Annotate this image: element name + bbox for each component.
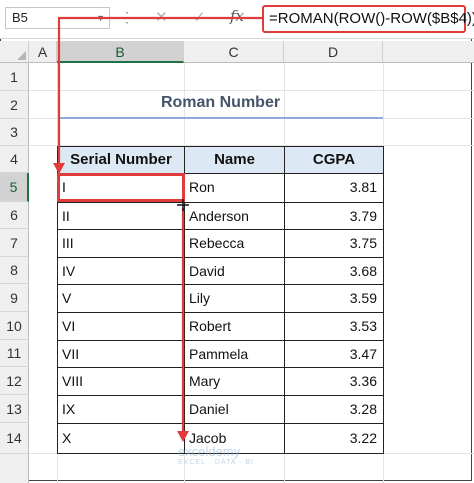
cancel-icon[interactable]: ✕ (155, 8, 168, 26)
cell-name[interactable]: Pammela (184, 340, 285, 368)
row-header-5[interactable]: 5 (0, 173, 29, 202)
cell-cgpa[interactable]: 3.79 (284, 202, 384, 230)
cell-serial[interactable]: IV (57, 257, 185, 285)
table-header-serial[interactable]: Serial Number (57, 146, 185, 174)
watermark-name: exceldemy (178, 444, 241, 459)
formula-bar: B5 ▼ ⋮ ✕ ✓ fx =ROMAN(ROW()-ROW($B$4)) (0, 0, 474, 39)
cell-serial[interactable]: V (57, 284, 185, 313)
column-header-a[interactable]: A (29, 41, 57, 63)
formula-input[interactable]: =ROMAN(ROW()-ROW($B$4)) (262, 5, 474, 33)
cell-name[interactable]: Daniel (184, 395, 285, 424)
row-header-10[interactable]: 10 (0, 312, 29, 340)
chevron-down-icon[interactable]: ▼ (96, 8, 105, 28)
insert-function-button[interactable]: fx (230, 7, 244, 25)
cell-serial[interactable]: VI (57, 312, 185, 341)
row-header-3[interactable]: 3 (0, 119, 29, 146)
name-box[interactable]: B5 ▼ (5, 7, 110, 29)
cell-serial[interactable]: IX (57, 395, 185, 424)
more-options-icon[interactable]: ⋮ (120, 9, 134, 26)
cell-name[interactable]: Ron (184, 173, 285, 203)
cell-name[interactable]: Mary (184, 367, 285, 396)
cell-name[interactable]: Anderson (184, 202, 285, 230)
table-header-name[interactable]: Name (184, 146, 285, 174)
row-header-2[interactable]: 2 (0, 91, 29, 119)
row-header-empty (0, 454, 29, 483)
selected-cell-highlight (57, 173, 185, 202)
cell-cgpa[interactable]: 3.59 (284, 284, 384, 313)
column-header-c[interactable]: C (184, 41, 284, 63)
column-header-empty (383, 41, 474, 63)
cell-cgpa[interactable]: 3.47 (284, 340, 384, 368)
cell-serial[interactable]: II (57, 202, 185, 230)
cell-cgpa[interactable]: 3.68 (284, 257, 384, 285)
row-header-7[interactable]: 7 (0, 229, 29, 257)
name-box-value: B5 (12, 10, 28, 25)
cell-cgpa[interactable]: 3.81 (284, 173, 384, 203)
cell-name[interactable]: David (184, 257, 285, 285)
row-header-1[interactable]: 1 (0, 63, 29, 91)
cell-serial[interactable]: III (57, 229, 185, 258)
cell-cgpa[interactable]: 3.53 (284, 312, 384, 341)
row-header-6[interactable]: 6 (0, 202, 29, 229)
grid-line (29, 90, 474, 91)
select-all-button[interactable] (0, 41, 29, 63)
cell-serial[interactable]: X (57, 423, 185, 454)
row-header-4[interactable]: 4 (0, 146, 29, 173)
cell-cgpa[interactable]: 3.75 (284, 229, 384, 258)
cell-name[interactable]: Rebecca (184, 229, 285, 258)
row-header-11[interactable]: 11 (0, 340, 29, 367)
exceldemy-watermark: exceldemy EXCEL · DATA · BI (178, 444, 254, 466)
title-underline (58, 117, 383, 119)
column-header-d[interactable]: D (284, 41, 383, 63)
cell-serial[interactable]: VII (57, 340, 185, 368)
row-header-8[interactable]: 8 (0, 257, 29, 284)
enter-icon[interactable]: ✓ (193, 8, 206, 26)
cell-name[interactable]: Lily (184, 284, 285, 313)
row-header-14[interactable]: 14 (0, 423, 29, 454)
cell-serial[interactable]: VIII (57, 367, 185, 396)
row-header-9[interactable]: 9 (0, 284, 29, 312)
row-header-12[interactable]: 12 (0, 367, 29, 395)
cell-cgpa[interactable]: 3.28 (284, 395, 384, 424)
cell-name[interactable]: Robert (184, 312, 285, 341)
cell-cgpa[interactable]: 3.22 (284, 423, 384, 454)
row-header-13[interactable]: 13 (0, 395, 29, 423)
cell-cgpa[interactable]: 3.36 (284, 367, 384, 396)
sheet-title: Roman Number (160, 94, 281, 111)
column-header-b[interactable]: B (57, 41, 184, 63)
table-header-cgpa[interactable]: CGPA (284, 146, 384, 174)
watermark-tagline: EXCEL · DATA · BI (178, 459, 254, 466)
